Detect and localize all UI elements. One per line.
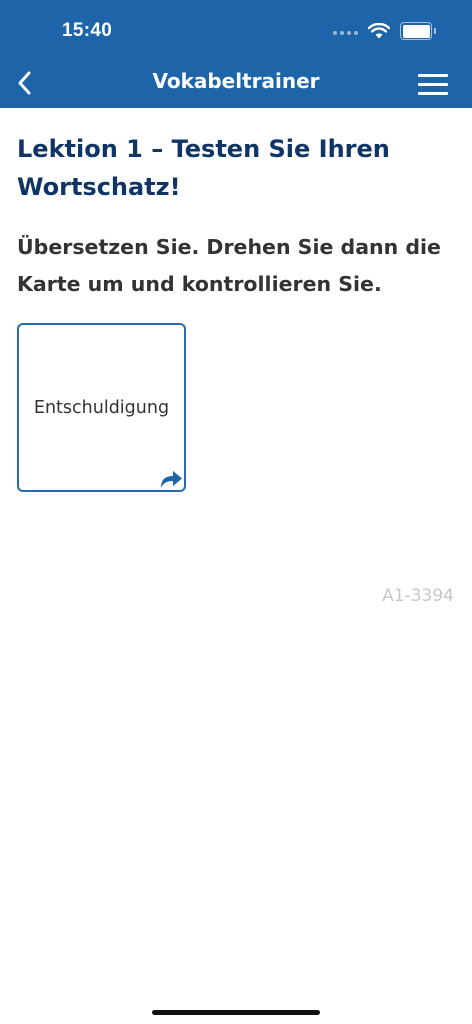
wifi-icon bbox=[368, 23, 390, 39]
status-indicators bbox=[333, 22, 436, 40]
status-time: 15:40 bbox=[62, 20, 113, 41]
flashcard[interactable]: Entschuldigung bbox=[17, 323, 186, 492]
hamburger-menu-icon bbox=[418, 74, 448, 77]
lesson-title: Lektion 1 – Testen Sie Ihren Wortschatz! bbox=[17, 135, 390, 201]
card-id: A1-3394 bbox=[382, 586, 454, 606]
flip-arrow-icon[interactable] bbox=[159, 469, 183, 489]
instruction-text: Übersetzen Sie. Drehen Sie dann die Kart… bbox=[17, 235, 441, 296]
app-screen: 15:40 Vokabeltrainer Lektion 1 – Testen … bbox=[0, 0, 472, 1024]
menu-button[interactable] bbox=[418, 72, 448, 96]
cellular-signal-icon bbox=[333, 31, 358, 35]
flashcard-word: Entschuldigung bbox=[33, 397, 170, 418]
nav-title: Vokabeltrainer bbox=[152, 69, 320, 93]
home-indicator[interactable] bbox=[152, 1010, 320, 1015]
header-bar: 15:40 Vokabeltrainer bbox=[0, 0, 472, 108]
battery-icon bbox=[400, 22, 436, 40]
